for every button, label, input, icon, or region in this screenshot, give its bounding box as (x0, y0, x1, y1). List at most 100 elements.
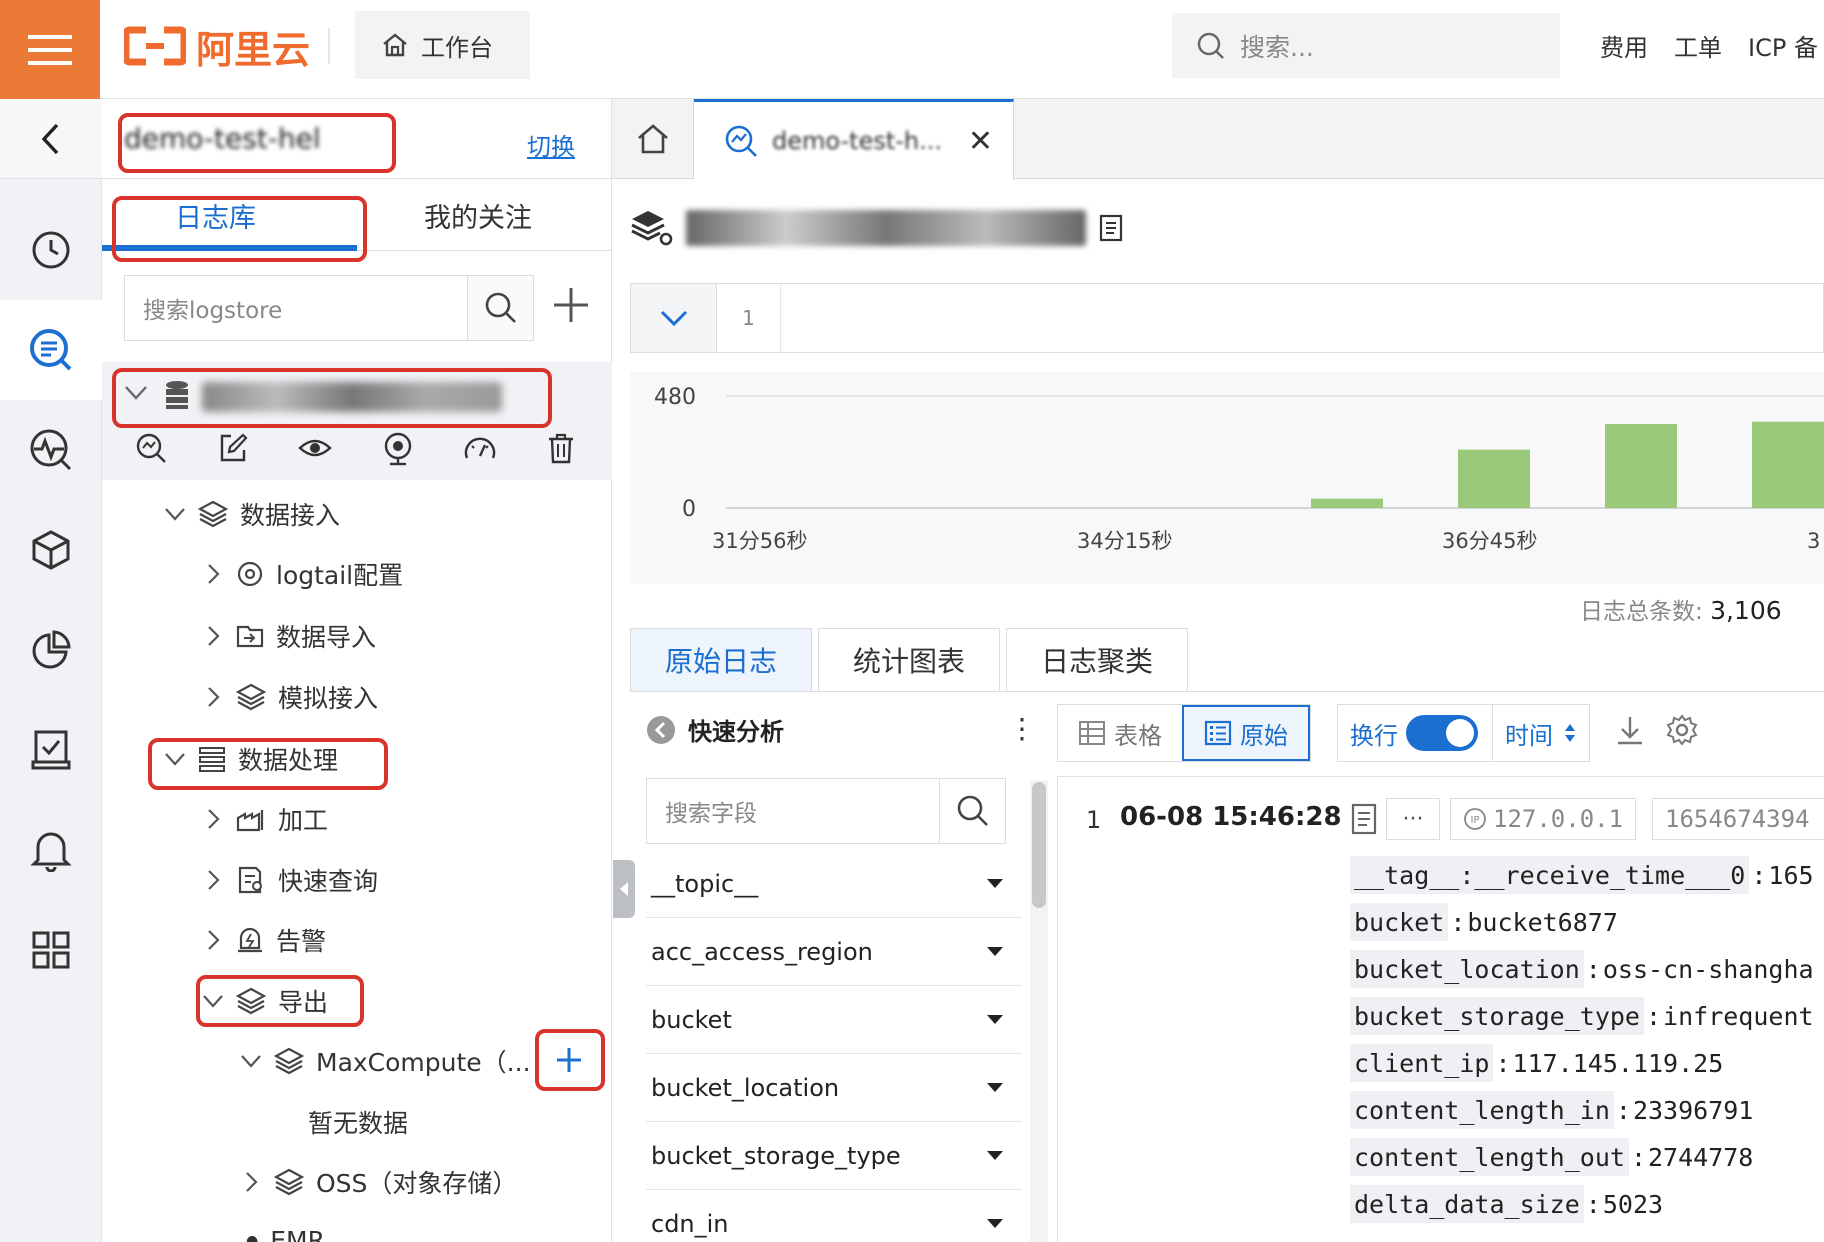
log-field-key[interactable]: bucket_storage_type (1350, 997, 1644, 1035)
log-more-button[interactable]: ··· (1386, 798, 1440, 840)
close-icon[interactable]: ✕ (968, 124, 993, 159)
caret-down-icon[interactable] (986, 1150, 1004, 1162)
field-item[interactable]: bucket (646, 986, 1022, 1054)
panel-collapse-handle[interactable] (613, 860, 635, 918)
time-sort-button[interactable]: 时间 (1492, 704, 1589, 762)
tree-transform[interactable]: 加工 (202, 801, 328, 837)
field-item[interactable]: bucket_storage_type (646, 1122, 1022, 1190)
log-field-key[interactable]: bucket (1350, 903, 1449, 941)
menu-icon[interactable] (0, 0, 100, 99)
back-button[interactable] (0, 99, 102, 179)
histogram-bar[interactable] (1311, 498, 1383, 508)
log-histogram[interactable]: 0 480 31分56秒 34分15秒 36分45秒 3 (630, 372, 1824, 584)
tree-data-import[interactable]: 数据导入 (202, 618, 376, 654)
logstore-search-input[interactable]: 搜索logstore (125, 276, 467, 340)
copy-icon[interactable] (1098, 213, 1126, 243)
apps-grid-icon[interactable] (0, 900, 102, 1000)
eye-icon[interactable] (298, 432, 332, 464)
logstore-tab[interactable]: demo-test-h... ✕ (694, 99, 1014, 180)
caret-down-icon[interactable] (986, 946, 1004, 958)
tree-logtail[interactable]: logtail配置 (202, 556, 403, 592)
log-field[interactable]: bucket_location: oss-cn-shangha (1350, 950, 1814, 988)
log-field[interactable]: delta_data_size:5023 (1350, 1185, 1663, 1223)
query-options-dropdown[interactable] (631, 284, 717, 352)
view-raw-button[interactable]: 原始 (1182, 705, 1310, 761)
more-vertical-icon[interactable]: ⋮ (1008, 712, 1036, 745)
caret-down-icon[interactable] (986, 1218, 1004, 1230)
histogram-bar[interactable] (1458, 449, 1530, 508)
cube-icon[interactable] (0, 500, 102, 600)
tree-maxcompute[interactable]: MaxCompute（... (240, 1043, 531, 1079)
global-search-input[interactable]: 搜索... (1172, 13, 1560, 78)
brand-logo[interactable]: 阿里云 (124, 18, 310, 74)
log-field-key[interactable]: content_length_out (1350, 1138, 1629, 1176)
history-icon[interactable] (0, 200, 102, 300)
log-field-value[interactable]: 2744778 (1648, 1143, 1753, 1172)
dashboard-icon[interactable] (463, 432, 497, 462)
search-button[interactable] (467, 276, 533, 340)
histogram-bar[interactable] (1605, 424, 1677, 508)
log-field[interactable]: content_length_in:23396791 (1350, 1091, 1753, 1129)
tree-quick-query[interactable]: 快速查询 (202, 862, 378, 898)
delete-icon[interactable] (547, 432, 575, 464)
gear-icon[interactable] (1666, 714, 1698, 746)
log-field[interactable]: __tag__:__receive_time___0:165 (1350, 856, 1814, 894)
monitor-search-icon[interactable] (0, 400, 102, 500)
tree-oss[interactable]: OSS（对象存储） (240, 1164, 517, 1200)
ticket-link[interactable]: 工单 (1674, 28, 1722, 63)
download-icon[interactable] (1614, 714, 1646, 746)
edit-icon[interactable] (217, 432, 249, 464)
scrollbar-thumb[interactable] (1032, 782, 1046, 908)
analyze-icon[interactable] (135, 432, 167, 464)
log-field-value[interactable]: bucket6877 (1467, 908, 1618, 937)
search-button[interactable] (939, 779, 1005, 843)
log-field-key[interactable]: delta_data_size (1350, 1185, 1584, 1223)
field-item[interactable]: bucket_location (646, 1054, 1022, 1122)
log-query-icon[interactable] (0, 300, 102, 400)
tab-raw-logs[interactable]: 原始日志 (630, 628, 813, 692)
icp-link[interactable]: ICP 备 (1748, 28, 1818, 63)
tree-alert[interactable]: 告警 (202, 922, 326, 958)
workbench-button[interactable]: 工作台 (355, 11, 530, 79)
caret-down-icon[interactable] (986, 1082, 1004, 1094)
log-field[interactable]: bucket_storage_type: infrequent (1350, 997, 1814, 1035)
tab-stats-chart[interactable]: 统计图表 (818, 628, 1001, 692)
log-field-value[interactable]: 165 (1768, 861, 1813, 890)
field-search-input[interactable]: 搜索字段 (647, 779, 939, 843)
pie-chart-icon[interactable] (0, 600, 102, 700)
collapse-circle-icon[interactable] (646, 715, 676, 745)
field-item[interactable]: cdn_in (646, 1190, 1022, 1242)
log-field[interactable]: bucket: bucket6877 (1350, 903, 1618, 941)
caret-down-icon[interactable] (986, 878, 1004, 890)
log-field-value[interactable]: 5023 (1603, 1190, 1663, 1219)
tree-emr[interactable]: ● EMR (246, 1226, 325, 1242)
copy-icon[interactable] (1350, 802, 1378, 836)
log-field-value[interactable]: oss-cn-shangha (1603, 955, 1814, 984)
tree-mock-ingest[interactable]: 模拟接入 (202, 679, 378, 715)
log-field-key[interactable]: client_ip (1350, 1044, 1494, 1082)
log-field-key[interactable]: __tag__:__receive_time___0 (1350, 856, 1750, 894)
tab-my-follow[interactable]: 我的关注 (424, 196, 532, 235)
wrap-toggle[interactable] (1406, 715, 1478, 751)
view-table-button[interactable]: 表格 (1058, 705, 1182, 761)
tree-data-ingest[interactable]: 数据接入 (164, 496, 340, 532)
home-tab[interactable] (612, 99, 694, 179)
bell-icon[interactable] (0, 800, 102, 900)
add-logstore-button[interactable] (548, 282, 594, 328)
log-field-value[interactable]: infrequent (1663, 1002, 1814, 1031)
log-field-key[interactable]: bucket_location (1350, 950, 1584, 988)
log-field[interactable]: client_ip:117.145.119.25 (1350, 1044, 1723, 1082)
log-field-value[interactable]: 117.145.119.25 (1513, 1049, 1724, 1078)
tab-log-cluster[interactable]: 日志聚类 (1006, 628, 1189, 692)
field-item[interactable]: acc_access_region (646, 918, 1022, 986)
location-icon[interactable] (382, 432, 414, 466)
log-field-key[interactable]: content_length_in (1350, 1091, 1614, 1129)
log-field-value[interactable]: 23396791 (1633, 1096, 1753, 1125)
field-item[interactable]: __topic__ (646, 850, 1022, 918)
query-input[interactable] (781, 284, 1823, 352)
billing-link[interactable]: 费用 (1600, 28, 1648, 63)
histogram-bar[interactable] (1752, 421, 1824, 508)
switch-project-link[interactable]: 切换 (527, 127, 575, 162)
caret-down-icon[interactable] (986, 1014, 1004, 1026)
report-icon[interactable] (0, 700, 102, 800)
